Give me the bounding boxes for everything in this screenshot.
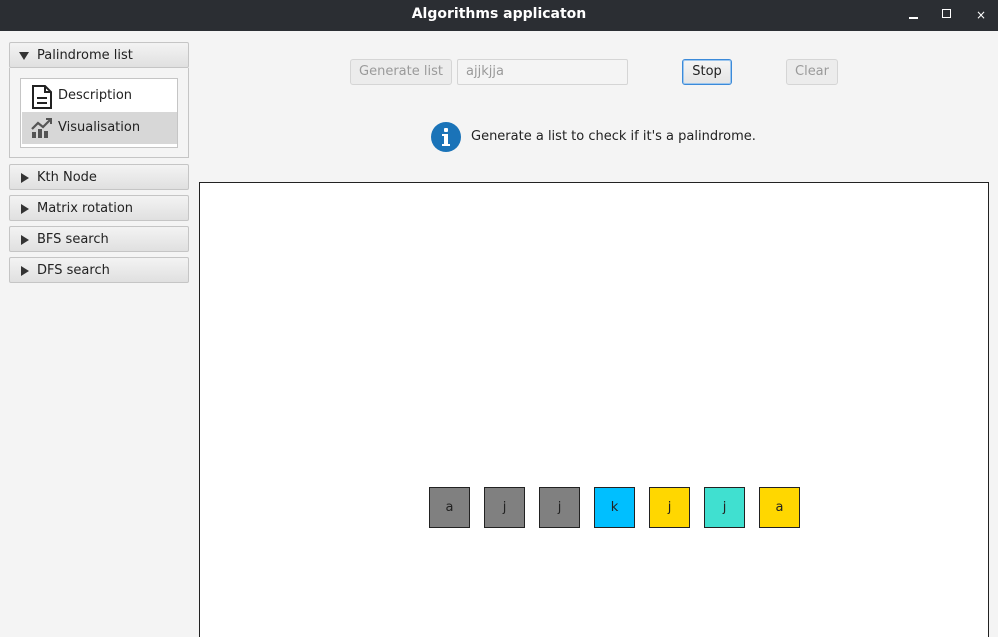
list-item-description[interactable]: Description <box>22 80 177 112</box>
info-icon <box>431 122 461 152</box>
accordion-palindrome-list[interactable]: Palindrome list <box>9 42 189 68</box>
accordion-label: Kth Node <box>37 170 97 185</box>
stop-button[interactable]: Stop <box>682 59 732 85</box>
list-cell: k <box>594 487 635 528</box>
clear-button[interactable]: Clear <box>786 59 838 85</box>
chart-icon <box>31 118 52 138</box>
list-input[interactable]: ajjkjja <box>457 59 628 85</box>
accordion-bfs-search[interactable]: BFS search <box>9 226 189 252</box>
list-item-label: Visualisation <box>58 120 141 135</box>
close-icon: × <box>975 8 987 22</box>
accordion-label: Matrix rotation <box>37 201 134 216</box>
minimize-icon <box>909 17 918 19</box>
document-icon <box>32 85 52 109</box>
chevron-right-icon <box>21 266 29 276</box>
minimize-button[interactable] <box>904 5 924 25</box>
generate-list-button[interactable]: Generate list <box>350 59 452 85</box>
list-cell: j <box>539 487 580 528</box>
list-cell: j <box>704 487 745 528</box>
accordion-label: Palindrome list <box>37 48 133 63</box>
info-message: Generate a list to check if it's a palin… <box>471 129 756 144</box>
close-button[interactable]: × <box>971 5 991 25</box>
list-item-visualisation[interactable]: Visualisation <box>22 112 177 144</box>
accordion-label: DFS search <box>37 263 110 278</box>
chevron-right-icon <box>21 173 29 183</box>
palindrome-panel: Description Visualisation <box>9 68 189 158</box>
chevron-down-icon <box>19 52 29 60</box>
window-title: Algorithms applicaton <box>411 6 587 22</box>
list-cell: j <box>649 487 690 528</box>
visualisation-canvas: ajjkjja <box>199 182 989 637</box>
list-cell: a <box>759 487 800 528</box>
accordion-kth-node[interactable]: Kth Node <box>9 164 189 190</box>
maximize-icon <box>942 9 951 18</box>
maximize-button[interactable] <box>937 5 957 25</box>
palindrome-list-view: Description Visualisation <box>20 78 178 148</box>
accordion-label: BFS search <box>37 232 109 247</box>
list-cell: a <box>429 487 470 528</box>
accordion-matrix-rotation[interactable]: Matrix rotation <box>9 195 189 221</box>
chevron-right-icon <box>21 204 29 214</box>
list-cell: j <box>484 487 525 528</box>
list-item-label: Description <box>58 88 133 103</box>
title-bar: Algorithms applicaton × <box>0 0 998 31</box>
chevron-right-icon <box>21 235 29 245</box>
accordion-dfs-search[interactable]: DFS search <box>9 257 189 283</box>
